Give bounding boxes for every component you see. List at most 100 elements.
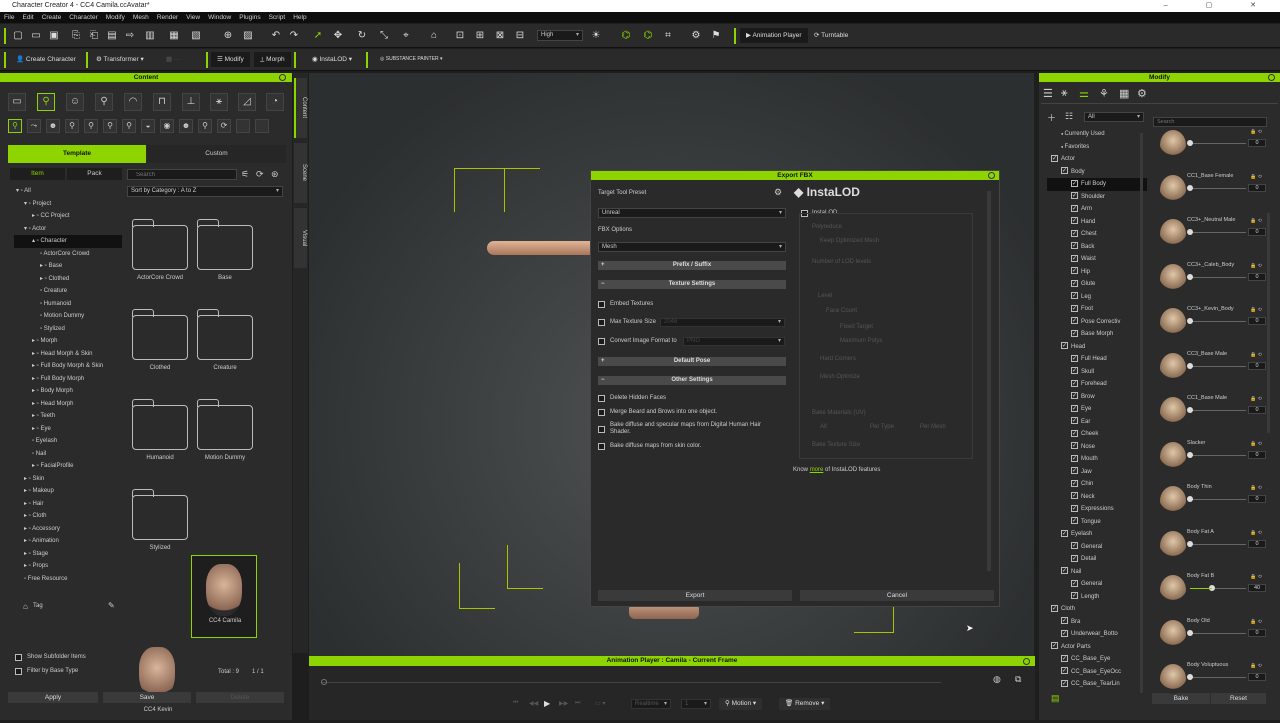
tree-checkbox[interactable] [1061, 165, 1068, 178]
modify-tree-item[interactable]: Mouth [1047, 453, 1147, 466]
modify-tree-item[interactable]: Expressions [1047, 503, 1147, 516]
morph-slider[interactable] [1187, 407, 1246, 413]
morph-value[interactable]: 0 [1248, 628, 1266, 637]
modify-tree-item[interactable]: Full Head [1047, 353, 1147, 366]
lock-icon[interactable]: 🔒 ⟲ [1250, 396, 1262, 402]
fbx-options-dropdown[interactable]: Mesh [598, 242, 786, 252]
slider-knob[interactable] [1187, 629, 1193, 636]
morph-value[interactable]: 0 [1248, 495, 1266, 503]
tree-item[interactable]: ▸ ▫ Clothed [14, 273, 122, 286]
refresh-icon[interactable]: ⟳ [256, 169, 264, 180]
tree-item[interactable]: ▫ Eyelash [14, 435, 122, 448]
morph-value[interactable]: 40 [1248, 584, 1266, 592]
tree-checkbox[interactable] [1071, 290, 1078, 303]
tree-checkbox[interactable] [1071, 378, 1078, 390]
tree-checkbox[interactable] [1071, 215, 1078, 228]
merge-beard-checkbox[interactable] [598, 409, 605, 416]
tab-item[interactable]: Item [10, 168, 65, 180]
folder-icon[interactable] [131, 489, 188, 540]
tree-item[interactable]: ▸ ▫ Full Body Morph [14, 373, 122, 386]
apply-button[interactable]: Apply [8, 692, 98, 703]
modify-tree-item[interactable]: Underwear_Botto [1047, 628, 1147, 641]
motion-button[interactable]: ⚲ Motion ▾ [719, 698, 763, 710]
instalod-button[interactable]: ◉ InstaLOD ▾ [306, 52, 358, 67]
slider-knob[interactable] [1187, 362, 1193, 369]
tree-checkbox[interactable] [1071, 278, 1078, 290]
bake-diffuse-dh-checkbox[interactable] [598, 426, 605, 433]
slider-knob[interactable] [1187, 451, 1193, 458]
project-icon[interactable]: ▭ [8, 93, 26, 111]
modify-tree-item[interactable]: Cheek [1047, 428, 1147, 441]
settings-icon[interactable]: ⚙ [1137, 87, 1147, 100]
tree-item[interactable]: ▸ ▫ Skin [14, 473, 122, 486]
pivot-icon[interactable]: ⌖ [400, 30, 412, 42]
layout-icon[interactable]: ▨ [242, 30, 254, 42]
tree-checkbox[interactable] [1071, 253, 1078, 265]
remove-button[interactable]: 🗑 Remove ▾ [779, 698, 831, 710]
folder-icon[interactable] [196, 399, 253, 450]
side-tab-visual[interactable]: Visual [294, 208, 307, 268]
morph-slider[interactable] [1187, 629, 1246, 636]
light-icon[interactable]: ☀ [590, 30, 602, 42]
move-icon[interactable]: ✥ [332, 30, 344, 42]
tree-checkbox[interactable] [1071, 453, 1078, 465]
show-subfolder-checkbox[interactable] [15, 654, 22, 661]
close-icon[interactable] [988, 172, 995, 179]
tree-checkbox[interactable] [1061, 628, 1068, 640]
morph-slider[interactable] [1187, 184, 1246, 191]
close-icon[interactable] [1268, 74, 1275, 81]
tree-checkbox[interactable] [1071, 328, 1078, 340]
morph-slider[interactable] [1187, 540, 1246, 547]
settings-icon[interactable]: ⊛ [271, 169, 279, 180]
modify-tree-item[interactable]: Tongue [1047, 515, 1147, 529]
modify-tree-item[interactable]: CC_Base_TearLin [1047, 678, 1147, 691]
slider-knob[interactable] [1187, 273, 1193, 280]
tree-checkbox[interactable] [1071, 590, 1078, 603]
morph-slider[interactable] [1187, 451, 1246, 458]
close-icon[interactable] [279, 74, 286, 81]
menu-item[interactable]: Character [69, 14, 98, 21]
modify-tree-item[interactable]: Actor Parts [1047, 640, 1147, 654]
lock-icon[interactable]: 🔒 ⟲ [1250, 307, 1262, 313]
folder-icon[interactable] [131, 399, 188, 450]
default-pose-section[interactable]: + Default Pose [598, 357, 786, 366]
tree-item[interactable]: ▫ Nail [14, 448, 122, 461]
modify-tree-item[interactable]: Neck [1047, 490, 1147, 504]
tree-checkbox[interactable] [1071, 478, 1078, 490]
modify-tree-item[interactable]: Actor [1047, 153, 1147, 166]
timeline-track[interactable] [321, 682, 941, 683]
accessory-icon[interactable]: ⊥ [182, 93, 200, 111]
tree-item[interactable]: ▾ ▫ Actor [14, 223, 122, 236]
tree-checkbox[interactable] [1061, 653, 1068, 665]
create-character-button[interactable]: 👤 Create Character [10, 52, 82, 67]
morph-value[interactable]: 0 [1248, 139, 1266, 147]
tree-item[interactable]: ▸ ▫ Stage [14, 548, 122, 561]
bake-skin-checkbox[interactable] [598, 443, 605, 450]
menu-item[interactable]: Render [157, 14, 178, 21]
filter-icon[interactable]: ⟳ [217, 119, 231, 133]
tree-checkbox[interactable] [1071, 428, 1078, 440]
tree-item[interactable]: ▾ ▫ Project [14, 198, 122, 211]
frame-icon[interactable]: ⊞ [474, 30, 486, 42]
side-tab-content[interactable]: Content [294, 78, 307, 138]
modify-tree-item[interactable]: Jaw [1047, 465, 1147, 479]
menu-item[interactable]: Create [42, 14, 62, 21]
modify-tree-item[interactable]: Chin [1047, 478, 1147, 491]
side-tab-scene[interactable]: Scene [294, 143, 307, 203]
delete-hidden-checkbox[interactable] [598, 395, 605, 402]
render-icon[interactable]: ▦ [168, 30, 180, 42]
tree-checkbox[interactable] [1071, 365, 1078, 378]
physics-icon[interactable]: ⚙ [690, 30, 702, 42]
morph-slider[interactable] [1190, 585, 1246, 591]
tree-checkbox[interactable] [1051, 153, 1058, 165]
tree-expand-icon[interactable]: ▾ ▫ [16, 188, 24, 194]
tree-checkbox[interactable] [1071, 178, 1078, 190]
tree-item[interactable]: ▫ ActorCore Crowd [14, 248, 122, 261]
tree-checkbox[interactable] [1061, 615, 1068, 628]
target-preset-dropdown[interactable]: Unreal [598, 208, 786, 218]
texture-settings-section[interactable]: − Texture Settings [598, 280, 786, 289]
tree-item[interactable]: ▸ ▫ Hair [14, 498, 122, 511]
fit-icon[interactable]: ⊡ [454, 30, 466, 42]
bone-icon[interactable]: ⌬ [620, 30, 632, 42]
send-icon[interactable]: ⇨ [124, 30, 136, 42]
